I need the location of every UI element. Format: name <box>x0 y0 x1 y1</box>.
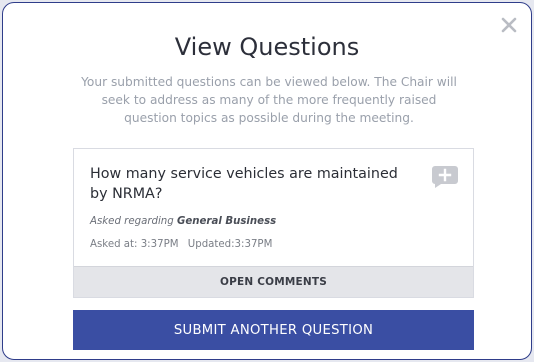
question-text: How many service vehicles are maintained… <box>90 166 398 202</box>
asked-at-time: Asked at: 3:37PM <box>90 239 179 250</box>
submit-another-question-button[interactable]: SUBMIT ANOTHER QUESTION <box>73 310 474 350</box>
question-timestamps: Asked at: 3:37PM Updated:3:37PM <box>90 239 272 250</box>
modal-subtitle: Your submitted questions can be viewed b… <box>81 75 457 125</box>
open-comments-button[interactable]: OPEN COMMENTS <box>74 266 473 297</box>
question-topic: General Business <box>176 216 277 227</box>
modal-title: View Questions <box>174 33 360 61</box>
view-questions-modal: View Questions Your submitted questions … <box>2 2 532 360</box>
updated-time: Updated:3:37PM <box>187 239 273 250</box>
add-comment-icon[interactable] <box>431 165 459 189</box>
question-card: How many service vehicles are maintained… <box>73 148 474 298</box>
question-card-body: How many service vehicles are maintained… <box>74 149 473 267</box>
asked-regarding-label: Asked regarding <box>90 216 174 227</box>
asked-regarding: Asked regarding General Business <box>90 216 276 227</box>
